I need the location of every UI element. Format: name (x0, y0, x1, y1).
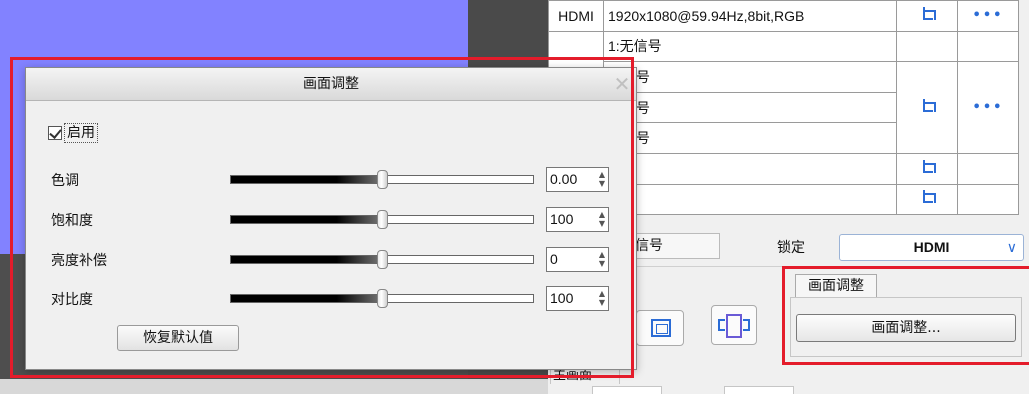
table-row[interactable]: HDMI 1920x1080@59.94Hz,8bit,RGB ••• (548, 0, 1019, 32)
chevron-down-icon: ∨ (1006, 239, 1017, 255)
bottom-field[interactable] (724, 386, 794, 394)
layout-split-button[interactable] (711, 305, 757, 345)
more-cell (957, 183, 1019, 216)
layout-single-button[interactable] (636, 310, 684, 346)
layout-split-icon (718, 319, 725, 331)
layout-split-icon-center (726, 314, 742, 338)
more-button[interactable]: ••• (957, 61, 1019, 154)
port-cell: HDMI (548, 0, 604, 32)
crop-cell[interactable] (896, 152, 958, 185)
crop-icon[interactable] (920, 6, 936, 21)
crop-icon[interactable] (920, 98, 936, 113)
signal-info-cell: 号 (603, 183, 897, 216)
crop-cell (896, 30, 958, 63)
signal-info-cell: 号 (603, 152, 897, 185)
highlight-frame-adjust-group (782, 266, 1029, 365)
lock-label: 锁定 (777, 240, 805, 256)
highlight-frame-dialog (10, 57, 634, 378)
more-cell (957, 30, 1019, 63)
more-button[interactable]: ••• (957, 0, 1019, 32)
signal-info-cell: 1:无信号 (603, 30, 897, 63)
layout-split-icon-right (743, 319, 750, 331)
bottom-field[interactable] (592, 386, 662, 394)
signal-info-cell: 无信号 (603, 122, 897, 154)
crop-cell[interactable] (896, 61, 958, 154)
preview-footer (0, 379, 548, 394)
more-cell (957, 152, 1019, 185)
crop-icon[interactable] (920, 159, 936, 174)
crop-cell[interactable] (896, 0, 958, 32)
signal-info-cell: 无信号 (603, 61, 897, 93)
crop-cell[interactable] (896, 183, 958, 216)
crop-icon[interactable] (920, 190, 936, 204)
signal-info-cell: 1920x1080@59.94Hz,8bit,RGB (603, 0, 897, 32)
layout-single-icon (651, 319, 671, 337)
lock-source-select[interactable]: HDMI ∨ (839, 234, 1024, 261)
lock-source-value: HDMI (913, 239, 950, 255)
signal-info-cell: 无信号 (603, 91, 897, 124)
